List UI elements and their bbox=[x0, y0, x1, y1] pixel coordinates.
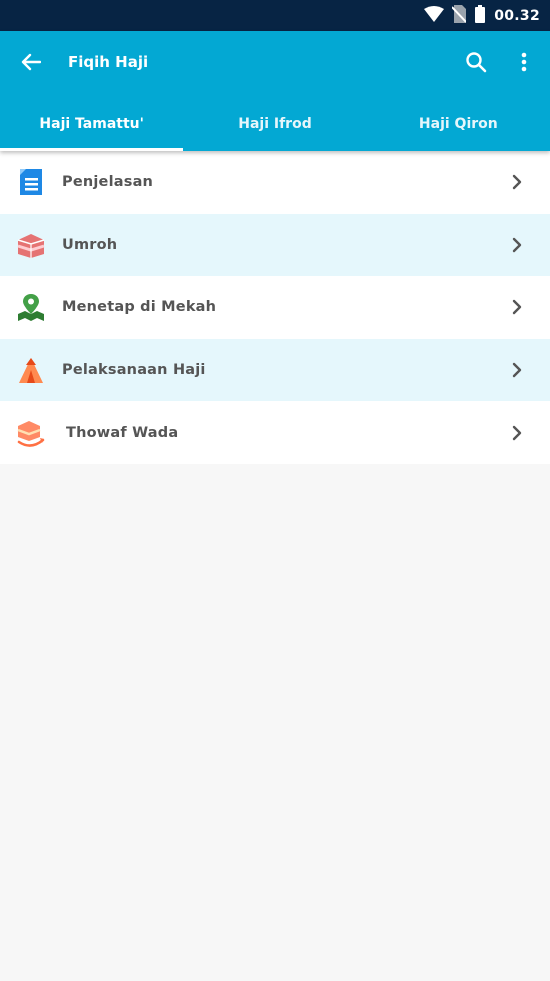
arrow-left-icon bbox=[21, 53, 42, 75]
status-bar: 00.32 bbox=[0, 0, 550, 31]
list-item-penjelasan[interactable]: Penjelasan bbox=[0, 151, 550, 214]
tab-haji-tamattu[interactable]: Haji Tamattu' bbox=[0, 105, 184, 151]
list-item-label: Menetap di Mekah bbox=[62, 299, 217, 316]
list-item-label: Pelaksanaan Haji bbox=[62, 362, 206, 379]
tab-haji-ifrod[interactable]: Haji Ifrod bbox=[183, 105, 366, 151]
kaaba-icon bbox=[15, 229, 47, 261]
search-icon bbox=[465, 51, 487, 77]
chevron-right-icon bbox=[508, 171, 526, 193]
tab-haji-qiron[interactable]: Haji Qiron bbox=[367, 105, 550, 151]
back-button[interactable] bbox=[14, 49, 48, 79]
list-item-menetap-di-mekah[interactable]: Menetap di Mekah bbox=[0, 276, 550, 339]
tab-bar: Haji Tamattu' Haji Ifrod Haji Qiron bbox=[0, 105, 550, 151]
wifi-icon bbox=[424, 6, 445, 26]
list-item-umroh[interactable]: Umroh bbox=[0, 213, 550, 277]
status-icons: 00.32 bbox=[424, 5, 540, 27]
chevron-right-icon bbox=[508, 296, 526, 318]
search-button[interactable] bbox=[460, 49, 492, 79]
list-item-label: Thowaf Wada bbox=[66, 424, 179, 441]
status-time: 00.32 bbox=[494, 8, 540, 24]
chevron-right-icon bbox=[508, 234, 526, 256]
more-options-button[interactable] bbox=[510, 49, 538, 79]
chevron-right-icon bbox=[508, 422, 526, 444]
list-item-thowaf-wada[interactable]: Thowaf Wada bbox=[0, 401, 550, 464]
more-vert-icon bbox=[521, 52, 527, 76]
document-icon bbox=[15, 166, 47, 198]
no-sim-icon bbox=[451, 5, 467, 27]
app-toolbar: Fiqih Haji Haji Tamattu' Haji Ifrod Haji… bbox=[0, 31, 550, 151]
page-title: Fiqih Haji bbox=[68, 53, 149, 71]
tent-icon bbox=[15, 354, 47, 386]
list-item-label: Penjelasan bbox=[62, 174, 154, 191]
menu-list: Penjelasan Umroh Menetap di Mekah Pelaks… bbox=[0, 151, 550, 464]
battery-icon bbox=[474, 5, 486, 27]
chevron-right-icon bbox=[508, 359, 526, 381]
tawaf-icon bbox=[15, 417, 47, 449]
list-item-pelaksanaan-haji[interactable]: Pelaksanaan Haji bbox=[0, 338, 550, 402]
list-item-label: Umroh bbox=[62, 236, 118, 253]
map-pin-icon bbox=[15, 291, 47, 323]
